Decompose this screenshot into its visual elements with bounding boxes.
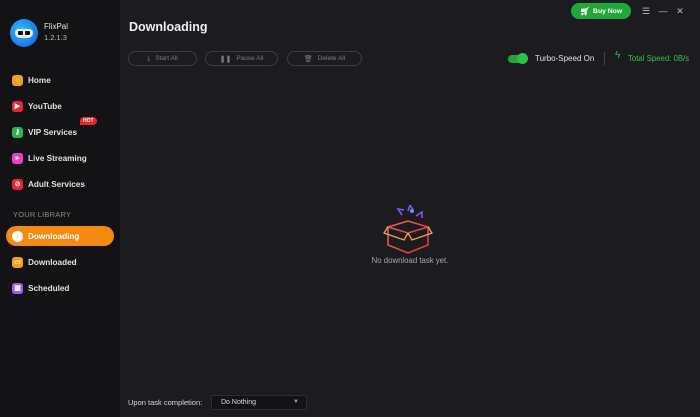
folder-icon: ▭: [12, 256, 23, 268]
menu-icon[interactable]: ☰: [640, 5, 652, 17]
download-icon: ⤓: [147, 54, 151, 62]
delete-all-label: Delete All: [317, 55, 346, 62]
empty-state-message: No download task yet.: [371, 256, 449, 265]
divider: [604, 52, 605, 65]
sidebar-item-label: VIP Services: [28, 127, 78, 137]
sidebar-item-scheduled[interactable]: ▦ Scheduled: [6, 278, 114, 298]
turbo-speed-label: Turbo-Speed On: [535, 54, 595, 63]
start-all-button[interactable]: ⤓ Start All: [128, 51, 197, 66]
pause-all-label: Pause All: [236, 55, 264, 62]
cart-icon: 🛒︎: [579, 6, 591, 16]
sidebar-item-label: Adult Services: [28, 179, 85, 189]
page-title: Downloading: [129, 20, 208, 34]
sidebar-item-vip-services[interactable]: ⚷ VIP Services HOT: [6, 117, 114, 142]
task-completion-select[interactable]: Do Nothing ▼: [211, 395, 307, 410]
youtube-icon: ▶: [12, 100, 23, 112]
chevron-down-icon: ▼: [293, 399, 299, 405]
sidebar-item-label: Scheduled: [28, 283, 70, 293]
app-version: 1.2.1.3: [44, 33, 67, 42]
sidebar: FlixPal 1.2.1.3 ⌂ Home ▶ YouTube ⚷ VIP S…: [0, 0, 120, 417]
sidebar-item-youtube[interactable]: ▶ YouTube: [6, 96, 114, 116]
task-completion-label: Upon task completion:: [128, 398, 203, 407]
library-section-label: YOUR LIBRARY: [13, 210, 72, 219]
task-completion-value: Do Nothing: [221, 399, 257, 406]
buy-now-button[interactable]: 🛒︎ Buy Now: [571, 3, 631, 19]
close-icon[interactable]: ✕: [674, 5, 686, 17]
sidebar-item-downloading[interactable]: ↓ Downloading: [6, 226, 114, 246]
sidebar-item-label: Downloaded: [28, 257, 77, 267]
home-icon: ⌂: [12, 74, 23, 86]
delete-all-button[interactable]: 🗑︎ Delete All: [287, 51, 362, 66]
app-name: FlixPal: [44, 22, 69, 31]
sidebar-item-label: Live Streaming: [28, 153, 87, 163]
key-icon: ⚷: [12, 126, 23, 138]
start-all-label: Start All: [155, 55, 178, 62]
empty-box-icon: [382, 205, 434, 254]
lightning-icon: ϟ: [615, 50, 621, 61]
buy-now-label: Buy Now: [593, 7, 623, 15]
sidebar-item-label: Home: [28, 75, 51, 85]
adult-icon: ⊘: [12, 178, 23, 190]
sidebar-item-adult-services[interactable]: ⊘ Adult Services: [6, 174, 114, 194]
total-speed-label: Total Speed: 0B/s: [628, 54, 690, 63]
calendar-icon: ▦: [12, 282, 23, 294]
sidebar-item-label: YouTube: [28, 101, 62, 111]
pause-all-button[interactable]: ❚❚ Pause All: [205, 51, 278, 66]
trash-icon: 🗑︎: [303, 55, 313, 63]
live-icon: ▸: [12, 152, 23, 164]
hot-badge: HOT: [80, 117, 97, 125]
pause-icon: ❚❚: [219, 55, 232, 63]
app-logo: [10, 19, 38, 47]
sidebar-item-downloaded[interactable]: ▭ Downloaded: [6, 252, 114, 272]
download-icon: ↓: [12, 230, 23, 242]
turbo-speed-toggle[interactable]: [508, 53, 528, 64]
sidebar-item-home[interactable]: ⌂ Home: [6, 70, 114, 90]
sidebar-item-label: Downloading: [28, 231, 80, 241]
minimize-icon[interactable]: —: [657, 5, 669, 17]
main-panel: Downloading 🛒︎ Buy Now ☰ — ✕ ⤓ Start All…: [120, 0, 700, 417]
sidebar-item-live-streaming[interactable]: ▸ Live Streaming: [6, 148, 114, 168]
